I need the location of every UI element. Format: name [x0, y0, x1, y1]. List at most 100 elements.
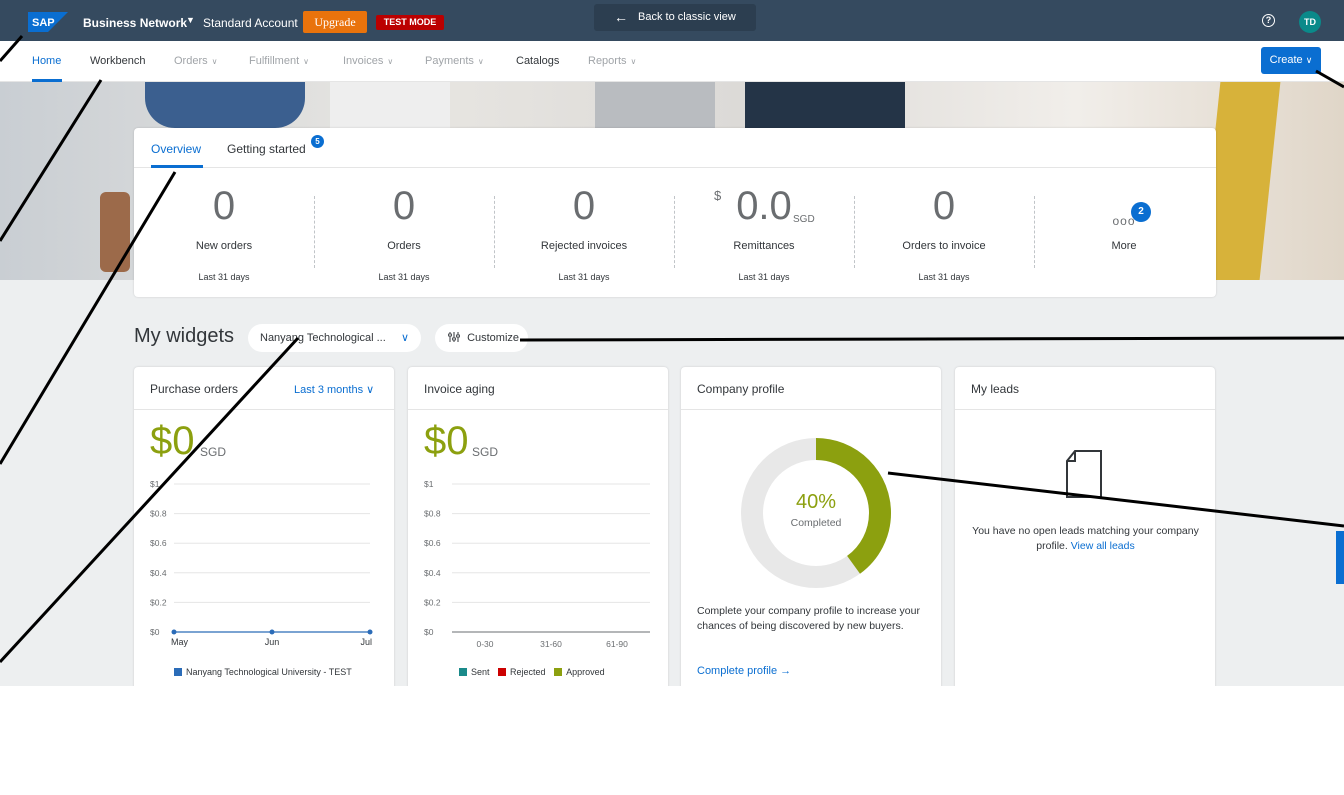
overview-tabs: Overview Getting started 5: [134, 128, 1216, 168]
legend-label-sent: Sent: [471, 667, 490, 677]
nav-home[interactable]: Home: [32, 55, 61, 67]
metric-label: Remittances: [733, 240, 795, 252]
app-caret-icon[interactable]: ▼: [186, 15, 195, 25]
range-select[interactable]: Last 3 months ∨: [294, 383, 374, 396]
metric-new-orders[interactable]: 0 New orders Last 31 days: [134, 168, 314, 297]
card-header: Company profile: [681, 367, 941, 410]
nav-reports[interactable]: Reports ∨: [588, 55, 636, 67]
card-title: Invoice aging: [424, 382, 495, 396]
account-type: Standard Account: [203, 16, 298, 30]
x-tick-label: 0-30: [476, 639, 493, 649]
widgets-title: My widgets: [134, 325, 235, 347]
chevron-down-icon: ∨: [211, 57, 218, 66]
legend-label-approved: Approved: [566, 667, 605, 677]
card-header: My leads: [955, 367, 1215, 410]
x-tick-label: 61-90: [606, 639, 628, 649]
getting-started-badge: 5: [311, 135, 324, 148]
complete-profile-label: Complete profile: [697, 665, 778, 677]
ia-total-value: $0: [424, 419, 469, 463]
legend-swatch-rejected: [498, 668, 507, 676]
complete-profile-link[interactable]: Complete profile →: [697, 665, 791, 677]
create-label: Create: [1269, 54, 1303, 66]
tab-getting-started[interactable]: Getting started: [227, 142, 306, 156]
leads-empty-message: You have no open leads matching your com…: [971, 524, 1200, 554]
y-tick-label: $0: [424, 627, 434, 637]
ia-legend: Sent Rejected Approved: [459, 667, 605, 677]
chevron-down-icon: ∨: [630, 57, 637, 66]
more-badge: 2: [1131, 202, 1151, 222]
legend-label: Nanyang Technological University - TEST: [186, 667, 352, 677]
po-legend: Nanyang Technological University - TEST: [174, 667, 352, 677]
metric-label: More: [1111, 240, 1137, 252]
metric-remittances[interactable]: $ 0.0 SGD Remittances Last 31 days: [674, 168, 854, 297]
nav-fulfillment[interactable]: Fulfillment ∨: [249, 55, 309, 67]
po-total-value: $0: [150, 419, 195, 463]
metric-more[interactable]: ooo 2 More: [1034, 168, 1214, 297]
legend-swatch-approved: [554, 668, 563, 676]
sap-logo[interactable]: SAP: [28, 12, 68, 32]
nav-invoices-label: Invoices: [343, 55, 384, 67]
profile-completed-label: Completed: [790, 517, 842, 529]
data-point: [171, 629, 177, 635]
test-mode-badge: TEST MODE: [376, 15, 444, 30]
metric-period: Last 31 days: [558, 272, 610, 282]
nav-payments[interactable]: Payments ∨: [425, 55, 484, 67]
app: SAP Business Network ▼ Standard Account …: [0, 0, 1344, 686]
data-point: [269, 629, 275, 635]
metric-label: Orders: [387, 240, 421, 252]
x-tick-label: Jun: [265, 637, 280, 647]
card-title: My leads: [971, 382, 1020, 396]
po-currency: SGD: [200, 445, 227, 459]
back-to-classic-button[interactable]: ← Back to classic view: [594, 4, 756, 31]
metric-value: 0: [572, 184, 596, 228]
profile-description: Complete your company profile to increas…: [697, 605, 920, 632]
chevron-down-icon: ∨: [303, 57, 309, 66]
chevron-down-icon: ∨: [387, 57, 394, 66]
range-label: Last 3 months: [294, 384, 364, 396]
metric-label: Rejected invoices: [540, 240, 628, 252]
chevron-down-icon: ∨: [1305, 55, 1313, 65]
data-point: [367, 629, 373, 635]
shell-bar: SAP Business Network ▼ Standard Account …: [0, 0, 1344, 41]
help-icon[interactable]: ?: [1262, 14, 1275, 27]
y-tick-label: $0.2: [424, 597, 441, 607]
hero-figure-shape: [595, 82, 715, 128]
create-button[interactable]: Create ∨: [1261, 47, 1321, 74]
nav-workbench[interactable]: Workbench: [90, 55, 145, 67]
nav-orders[interactable]: Orders ∨: [174, 55, 217, 67]
nav-catalogs[interactable]: Catalogs: [516, 55, 559, 67]
sliders-icon: [448, 332, 460, 342]
hero-figure-shape: [145, 82, 305, 128]
upgrade-button[interactable]: Upgrade: [303, 11, 367, 33]
org-select-value: Nanyang Technological ...: [260, 332, 386, 344]
y-tick-label: $0.6: [150, 538, 167, 548]
purchase-orders-card: Purchase orders Last 3 months ∨ $0 SGD $…: [134, 367, 394, 686]
company-profile-card: Company profile 40% Completed Complete y…: [681, 367, 941, 686]
x-tick-label: Jul: [360, 637, 372, 647]
customize-button[interactable]: Customize: [435, 324, 528, 352]
ia-currency: SGD: [472, 445, 499, 459]
nav-fulfillment-label: Fulfillment: [249, 55, 300, 67]
purchase-orders-chart: $0 $0.2 $0.4 $0.6 $0.8 $1 May Jun Jul: [150, 479, 373, 647]
sap-logo-text: SAP: [32, 17, 55, 29]
chevron-down-icon: ∨: [401, 332, 410, 344]
metric-orders-to-invoice[interactable]: 0 Orders to invoice Last 31 days: [854, 168, 1034, 297]
card-title: Purchase orders: [150, 382, 239, 396]
x-tick-label: May: [171, 637, 189, 647]
metric-period: Last 31 days: [378, 272, 430, 282]
org-select[interactable]: Nanyang Technological ... ∨: [248, 324, 421, 352]
metric-value: 0: [212, 184, 236, 228]
avatar[interactable]: TD: [1299, 11, 1321, 33]
nav-invoices[interactable]: Invoices ∨: [343, 55, 393, 67]
y-tick-label: $0.4: [150, 568, 167, 578]
app-name[interactable]: Business Network: [83, 16, 187, 30]
more-dots-icon: ooo: [1112, 214, 1136, 228]
metric-period: Last 31 days: [198, 272, 250, 282]
metric-rejected-invoices[interactable]: 0 Rejected invoices Last 31 days: [494, 168, 674, 297]
nav-orders-label: Orders: [174, 55, 208, 67]
chevron-down-icon: ∨: [366, 384, 375, 396]
side-panel-tab[interactable]: [1336, 531, 1344, 584]
view-all-leads-link[interactable]: View all leads: [1071, 540, 1135, 552]
tab-overview[interactable]: Overview: [151, 142, 201, 156]
metric-orders[interactable]: 0 Orders Last 31 days: [314, 168, 494, 297]
